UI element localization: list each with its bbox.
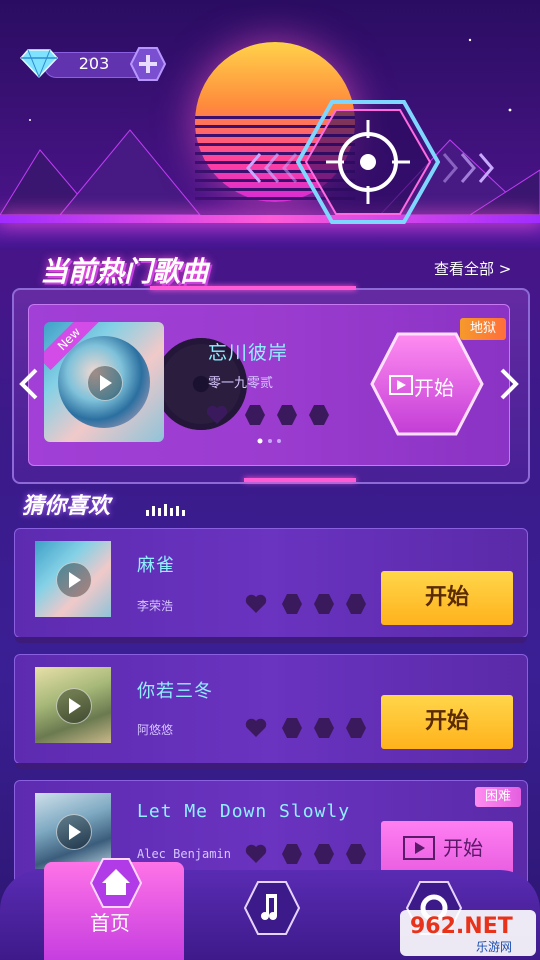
featured-song-artist: 零一九零贰	[208, 376, 274, 391]
hexagon-icon	[314, 718, 334, 738]
chevrons-right-icon	[442, 153, 494, 183]
hexagon-icon	[309, 405, 329, 425]
add-currency-button[interactable]	[130, 47, 166, 81]
featured-start-label: 开始	[414, 376, 454, 400]
difficulty-badge: 困难	[475, 787, 521, 807]
song-cover[interactable]	[35, 667, 111, 743]
header-scene	[0, 0, 540, 250]
hexagon-icon	[277, 405, 297, 425]
nav-home-label: 首页	[90, 911, 130, 935]
hexagon-icon	[314, 594, 334, 614]
heart-icon	[245, 718, 267, 737]
song-artist: 李荣浩	[137, 599, 174, 613]
song-row[interactable]: 你若三冬 阿悠悠 开始	[14, 654, 528, 769]
featured-cover[interactable]: New	[44, 322, 164, 442]
home-icon	[90, 858, 142, 908]
featured-rating	[206, 404, 346, 426]
heart-icon	[206, 405, 228, 424]
play-icon[interactable]	[56, 814, 92, 850]
song-cover[interactable]	[35, 541, 111, 617]
hexagon-icon	[346, 594, 366, 614]
horizon-line	[0, 215, 540, 223]
you-may-like-title: 猜你喜欢	[22, 494, 111, 519]
chevrons-left-icon	[246, 153, 298, 183]
featured-song-title: 忘川彼岸	[208, 342, 289, 364]
watermark-sub: 乐游网	[476, 940, 513, 954]
hexagon-icon	[314, 844, 334, 864]
song-artist: Alec Benjamin	[137, 847, 231, 861]
song-title: Let Me Down Slowly	[137, 801, 351, 822]
watermark-logo: 962.NET	[410, 914, 513, 939]
carousel-dots	[257, 438, 281, 444]
song-rating	[245, 843, 375, 865]
next-arrow-icon[interactable]	[498, 368, 520, 400]
heart-icon	[245, 594, 267, 613]
song-row[interactable]: 麻雀 李荣浩 开始	[14, 528, 528, 643]
diamond-icon	[20, 49, 58, 78]
start-button[interactable]: 开始	[381, 695, 513, 749]
heart-icon	[245, 844, 267, 863]
music-icon[interactable]	[244, 880, 300, 936]
view-all-link[interactable]: 查看全部 >	[434, 258, 511, 279]
song-title: 你若三冬	[137, 681, 213, 702]
start-button[interactable]: 开始	[381, 571, 513, 625]
film-icon	[403, 836, 435, 860]
start-button[interactable]: 开始	[381, 821, 513, 875]
hexagon-icon	[346, 844, 366, 864]
play-icon[interactable]	[87, 365, 123, 401]
song-rating	[245, 593, 375, 615]
play-icon[interactable]	[56, 688, 92, 724]
start-button-label: 开始	[443, 836, 483, 860]
song-rating	[245, 717, 375, 739]
hexagon-icon	[282, 718, 302, 738]
hexagon-icon	[346, 718, 366, 738]
hexagon-icon	[282, 594, 302, 614]
currency-value: 203	[78, 54, 110, 73]
play-icon[interactable]	[56, 562, 92, 598]
prev-arrow-icon[interactable]	[18, 368, 40, 400]
hot-songs-title: 当前热门歌曲	[40, 255, 209, 288]
song-title: 麻雀	[137, 555, 175, 576]
target-hex-icon[interactable]	[296, 98, 440, 226]
hexagon-icon	[282, 844, 302, 864]
song-artist: 阿悠悠	[137, 723, 174, 737]
equalizer-icon	[146, 504, 185, 516]
hexagon-icon	[245, 405, 265, 425]
